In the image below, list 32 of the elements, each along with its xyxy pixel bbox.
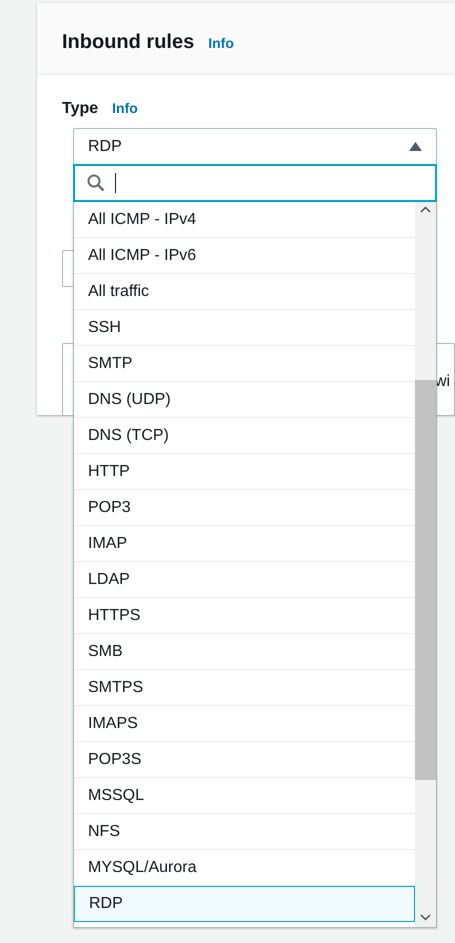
caret-icon bbox=[409, 142, 422, 151]
dropdown-option[interactable]: SMTP bbox=[74, 346, 415, 382]
scroll-up-icon[interactable] bbox=[420, 206, 431, 213]
dropdown-option[interactable]: LDAP bbox=[74, 562, 415, 598]
dropdown-option[interactable]: POP3 bbox=[74, 490, 415, 526]
dropdown-option[interactable]: All ICMP - IPv6 bbox=[74, 238, 415, 274]
dropdown-option[interactable]: HTTP bbox=[74, 454, 415, 490]
search-field[interactable] bbox=[73, 164, 437, 202]
scrollbar[interactable] bbox=[415, 202, 436, 927]
dropdown-option[interactable]: RDP bbox=[74, 886, 415, 922]
search-icon bbox=[87, 174, 105, 192]
selected-value: RDP bbox=[88, 136, 122, 156]
dropdown-option[interactable]: IMAP bbox=[74, 526, 415, 562]
field-label: Type bbox=[62, 100, 98, 117]
dropdown-option[interactable]: IMAPS bbox=[74, 706, 415, 742]
info-link[interactable]: Info bbox=[112, 100, 138, 116]
type-select[interactable]: RDP bbox=[73, 128, 437, 164]
dropdown-option[interactable]: NFS bbox=[74, 814, 415, 850]
info-link[interactable]: Info bbox=[208, 35, 234, 51]
dropdown-option[interactable]: All ICMP - IPv4 bbox=[74, 202, 415, 238]
dropdown-option[interactable]: DNS (TCP) bbox=[74, 418, 415, 454]
dropdown-option[interactable]: HTTPS bbox=[74, 598, 415, 634]
panel-title: Inbound rules bbox=[62, 31, 194, 53]
dropdown-option[interactable]: DNS (UDP) bbox=[74, 382, 415, 418]
dropdown-option[interactable]: SMB bbox=[74, 634, 415, 670]
scroll-down-icon[interactable] bbox=[420, 914, 431, 921]
dropdown-option[interactable]: MSSQL bbox=[74, 778, 415, 814]
dropdown-option[interactable]: POP3S bbox=[74, 742, 415, 778]
dropdown-option[interactable]: All traffic bbox=[74, 274, 415, 310]
dropdown-option[interactable]: SMTPS bbox=[74, 670, 415, 706]
dropdown-option[interactable]: SSH bbox=[74, 310, 415, 346]
scrollbar-thumb[interactable] bbox=[415, 380, 436, 780]
